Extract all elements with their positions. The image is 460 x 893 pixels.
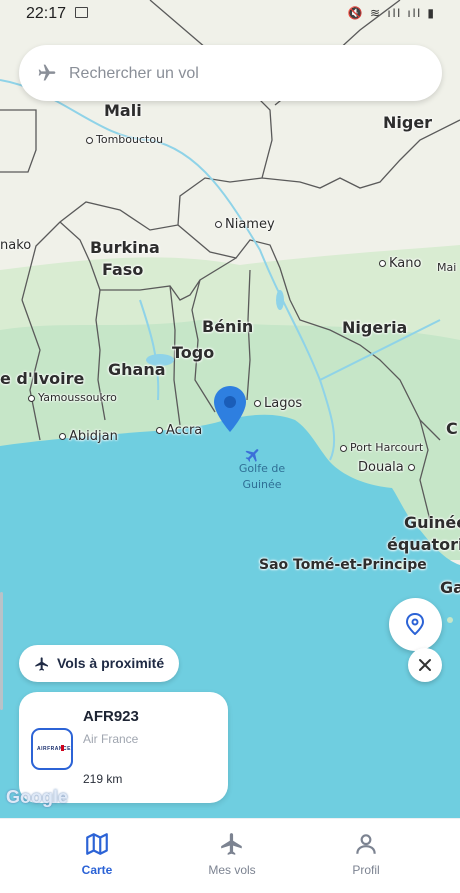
search-input[interactable] <box>67 57 411 91</box>
status-time: 22:17 <box>26 5 67 22</box>
map-label-ghana: Ghana <box>108 360 166 379</box>
nav-label-profil: Profil <box>352 863 380 877</box>
flight-plane-icon[interactable] <box>243 446 263 464</box>
nav-tab-profil[interactable]: Profil <box>316 831 416 877</box>
map-label-yamoussoukro: Yamoussoukro <box>28 391 117 404</box>
close-button[interactable] <box>408 648 442 682</box>
edge-handle[interactable] <box>0 592 3 710</box>
map-label-tombouctou: Tombouctou <box>86 133 163 146</box>
bottom-navigation: Carte Mes vols Profil <box>0 818 460 893</box>
person-icon <box>356 834 376 854</box>
map-label-guinee-eq-2: équatoria <box>387 535 460 554</box>
location-marker-icon <box>405 613 425 635</box>
map-label-niamey: Niamey <box>215 217 275 232</box>
map-label-port-harcourt: Port Harcourt <box>340 441 423 454</box>
nav-label-mes-vols: Mes vols <box>208 863 256 877</box>
map-label-cote-ivoire: e d'Ivoire <box>0 369 85 388</box>
nav-tab-carte[interactable]: Carte <box>47 831 147 877</box>
plane-icon <box>221 833 242 855</box>
map-label-burkina: Burkina <box>90 238 160 257</box>
map-label-togo: Togo <box>172 343 215 362</box>
mail-icon <box>75 7 88 18</box>
my-location-button[interactable] <box>389 598 442 651</box>
status-bar: 22:17 🔇 ≋ ıll ıll ▮ <box>0 0 460 28</box>
map-label-benin: Bénin <box>202 317 254 336</box>
google-attribution: Google <box>6 787 68 807</box>
close-icon <box>419 659 431 671</box>
flight-distance: 219 km <box>83 772 123 786</box>
airline-name: Air France <box>83 732 139 746</box>
map-label-kano: Kano <box>379 256 421 271</box>
airline-logo: AIRFRANCE <box>31 728 73 770</box>
map-label-c: C <box>446 419 458 438</box>
map-label-mai: Mai <box>437 261 457 274</box>
flight-code: AFR923 <box>83 708 139 725</box>
map-label-mali: Mali <box>104 101 142 120</box>
map-label-sao-tome: Sao Tomé-et-Principe <box>259 557 427 573</box>
map-label-nigeria: Nigeria <box>342 318 408 337</box>
map-label-ga: Ga <box>440 578 460 597</box>
nearby-flights-chip[interactable]: Vols à proximité <box>19 645 179 682</box>
nav-label-carte: Carte <box>81 863 113 877</box>
map-label-faso: Faso <box>102 260 144 279</box>
map-label-lagos: Lagos <box>254 396 302 411</box>
map-label-abidjan: Abidjan <box>59 429 118 444</box>
plane-icon <box>35 657 48 671</box>
nearby-flights-label: Vols à proximité <box>57 655 165 671</box>
map-icon <box>86 833 108 855</box>
map-label-douala: Douala <box>358 460 418 475</box>
map-label-nako: nako <box>0 238 32 253</box>
map-label-guinee-eq-1: Guinée <box>404 513 460 532</box>
map-label-golfe: Golfe de Guinée <box>238 462 286 491</box>
map-label-accra: Accra <box>156 423 202 438</box>
nav-tab-mes-vols[interactable]: Mes vols <box>182 831 282 877</box>
status-icons: 🔇 ≋ ıll ıll ▮ <box>347 6 436 20</box>
location-pin-icon[interactable] <box>214 386 246 432</box>
search-bar[interactable] <box>19 45 442 101</box>
plane-icon <box>38 64 56 81</box>
map-label-niger: Niger <box>383 113 433 132</box>
